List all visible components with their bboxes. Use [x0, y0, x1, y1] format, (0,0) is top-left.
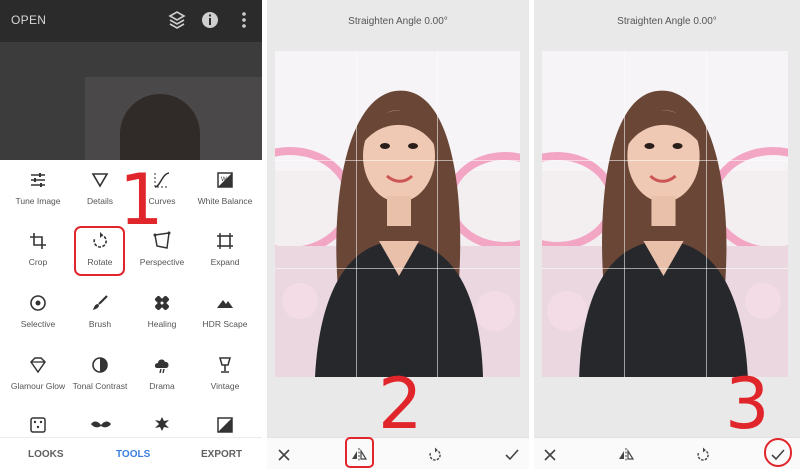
- retrolux-mustache-icon[interactable]: [90, 418, 112, 432]
- tool-label: Healing: [147, 319, 177, 329]
- tool-white-balance[interactable]: W White Balance: [194, 170, 256, 206]
- grid-line: [275, 160, 520, 161]
- tool-tonal-contrast[interactable]: Tonal Contrast: [69, 355, 131, 391]
- tool-label: Tonal Contrast: [72, 381, 128, 391]
- tool-expand[interactable]: Expand: [194, 231, 256, 267]
- tool-label: Perspective: [139, 257, 185, 267]
- flipped-photo-preview: [542, 51, 788, 377]
- grid-line: [706, 51, 707, 377]
- black-white-icon[interactable]: [216, 416, 234, 434]
- tool-tune-image[interactable]: Tune Image: [7, 170, 69, 206]
- glamour-glow-icon: [30, 357, 46, 374]
- tool-label: HDR Scape: [202, 319, 248, 329]
- tool-label: White Balance: [197, 196, 253, 206]
- grid-line: [437, 51, 438, 377]
- rotate-icon[interactable]: [427, 447, 443, 463]
- step-number-1: 1: [119, 159, 164, 241]
- tool-label: Vintage: [210, 381, 240, 391]
- step-number-3: 3: [725, 363, 770, 445]
- tool-drama[interactable]: Drama: [131, 355, 193, 391]
- grunge-icon[interactable]: [153, 415, 171, 433]
- svg-text:W: W: [221, 177, 227, 183]
- tool-glamour-glow[interactable]: Glamour Glow: [7, 355, 69, 391]
- drama-cloud-icon: [154, 359, 169, 374]
- grid-line: [275, 268, 520, 269]
- expand-icon: [217, 233, 233, 249]
- grid-line: [624, 51, 625, 377]
- tune-sliders-icon: [31, 173, 45, 187]
- tool-label: Expand: [210, 257, 240, 267]
- details-triangle-icon: [91, 173, 109, 188]
- tool-brush[interactable]: Brush: [69, 293, 131, 329]
- grid-line: [542, 160, 788, 161]
- grid-line: [356, 51, 357, 377]
- tab-tools[interactable]: TOOLS: [116, 449, 150, 460]
- grainy-film-icon[interactable]: [29, 416, 47, 434]
- tool-label: Brush: [88, 319, 112, 329]
- tool-label: Drama: [149, 381, 175, 391]
- grid-line: [542, 268, 788, 269]
- hdr-mountain-icon: [217, 300, 233, 308]
- healing-icon: [155, 296, 169, 310]
- step-number-2: 2: [378, 363, 423, 445]
- tool-crop[interactable]: Crop: [7, 231, 69, 267]
- white-balance-icon: W: [217, 172, 233, 188]
- rotate-icon[interactable]: [695, 447, 711, 463]
- tutorial-screenshot: OPEN Tune Image Details Curves W White B…: [0, 0, 800, 469]
- tab-export[interactable]: EXPORT: [201, 449, 242, 460]
- tool-vintage[interactable]: Vintage: [194, 355, 256, 391]
- tonal-contrast-icon: [92, 357, 108, 373]
- rotate-highlight-box: [74, 226, 125, 276]
- flip-highlight-box: [345, 437, 374, 468]
- top-bar: OPEN: [0, 0, 262, 42]
- flip-horizontal-icon[interactable]: [618, 447, 634, 463]
- rotate-screen-step-3: Straighten Angle 0.00° 3: [534, 0, 800, 469]
- crop-icon: [30, 233, 46, 249]
- tool-label: Glamour Glow: [10, 381, 66, 391]
- tool-label: Selective: [20, 319, 56, 329]
- history-stack-icon[interactable]: [166, 9, 188, 31]
- apply-check-icon[interactable]: [504, 447, 520, 463]
- tool-label: Tune Image: [15, 196, 61, 206]
- more-menu-icon[interactable]: [233, 9, 255, 31]
- tool-label: Crop: [28, 257, 48, 267]
- selective-icon: [30, 295, 46, 311]
- open-button[interactable]: OPEN: [11, 13, 46, 27]
- info-icon[interactable]: [199, 9, 221, 31]
- tool-hdr-scape[interactable]: HDR Scape: [194, 293, 256, 329]
- close-icon[interactable]: [276, 447, 292, 463]
- close-icon[interactable]: [542, 447, 558, 463]
- dimmed-photo-preview: [0, 42, 262, 167]
- vintage-lamp-icon: [219, 357, 231, 373]
- tool-healing[interactable]: Healing: [131, 293, 193, 329]
- tab-looks[interactable]: LOOKS: [28, 449, 64, 460]
- rotate-screen-step-2: Straighten Angle 0.00° 2: [267, 0, 529, 469]
- bottom-navigation: LOOKS TOOLS EXPORT: [0, 437, 262, 469]
- snapseed-tools-panel: OPEN Tune Image Details Curves W White B…: [0, 0, 262, 469]
- straighten-angle-title: Straighten Angle 0.00°: [348, 16, 448, 27]
- straighten-angle-title: Straighten Angle 0.00°: [617, 16, 717, 27]
- tool-selective[interactable]: Selective: [7, 293, 69, 329]
- brush-icon: [93, 295, 108, 310]
- photo-preview: [275, 51, 520, 377]
